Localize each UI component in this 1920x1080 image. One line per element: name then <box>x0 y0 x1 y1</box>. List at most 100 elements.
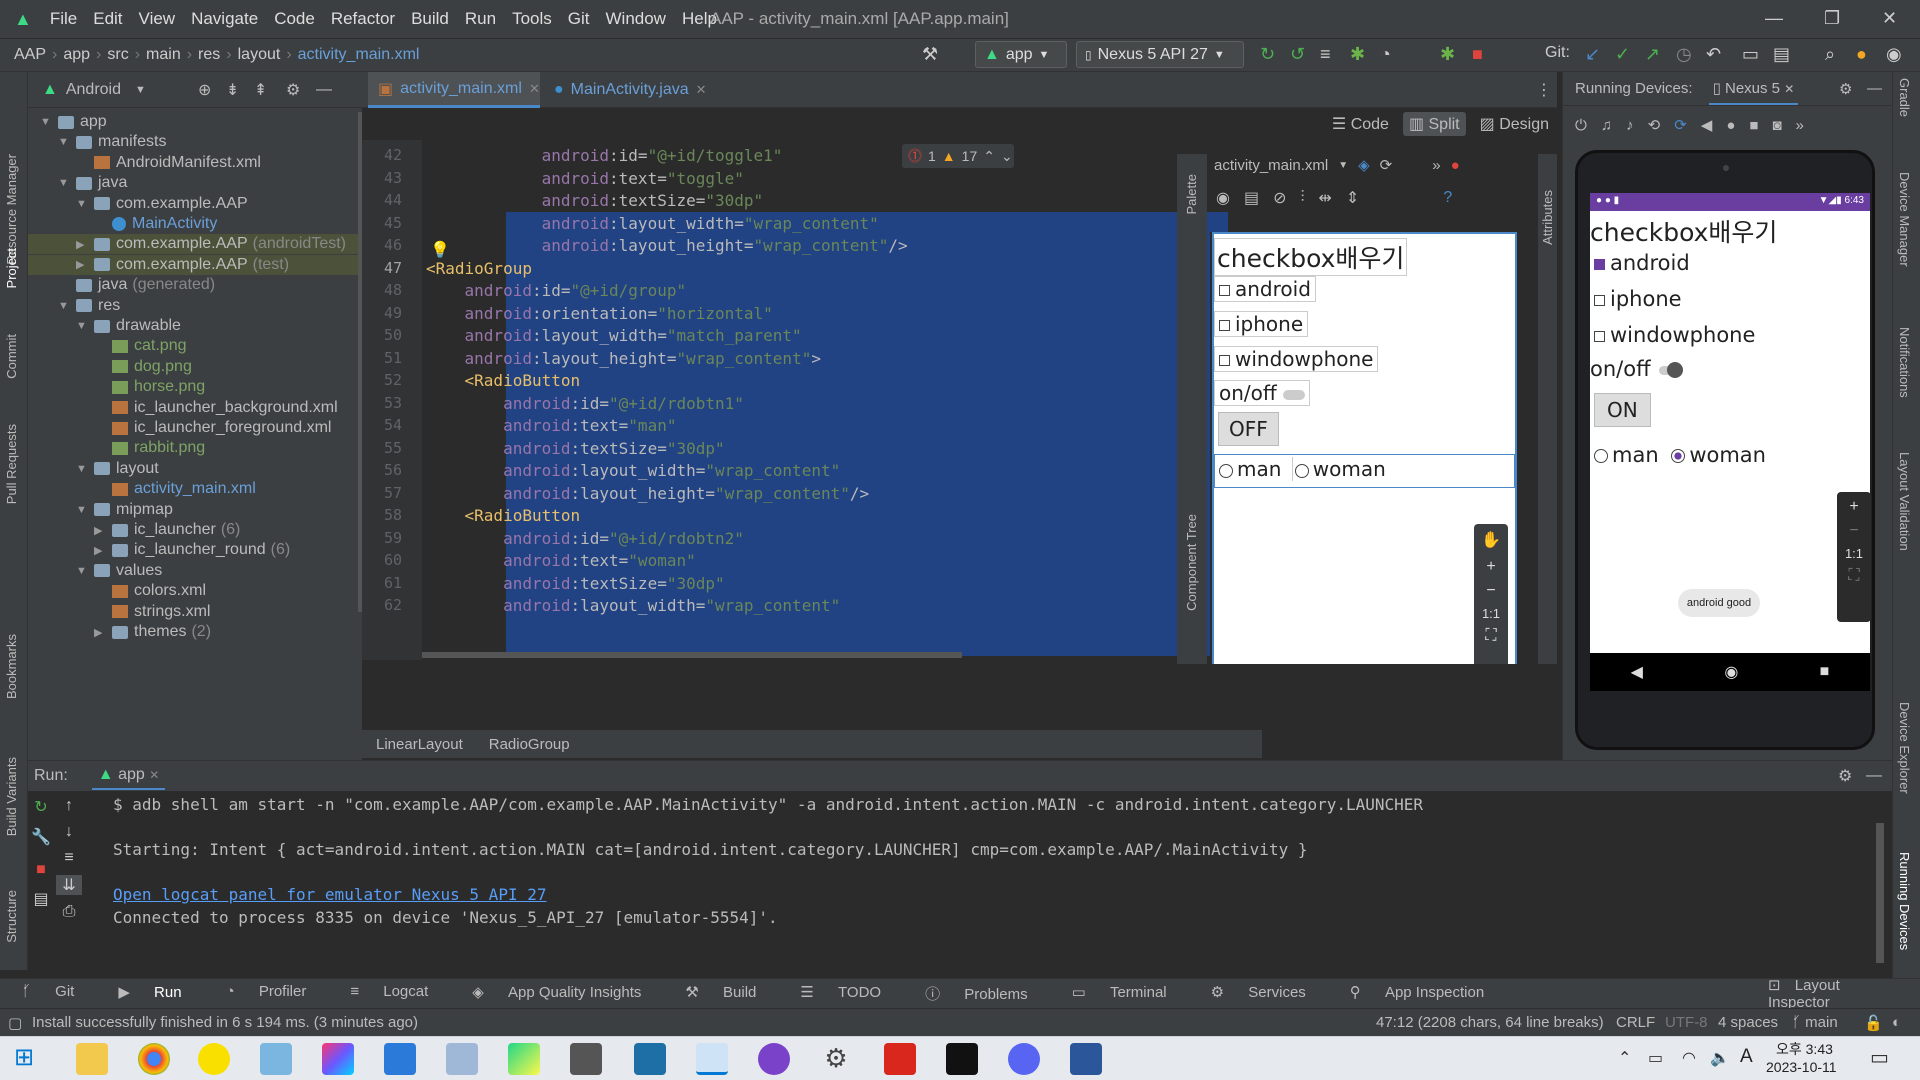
build-variants-tab[interactable]: Build Variants <box>4 757 19 836</box>
app-icon-3[interactable] <box>634 1043 666 1075</box>
notification-center-icon[interactable]: ▭ <box>1870 1045 1889 1070</box>
file-encoding[interactable]: UTF-8 <box>1665 1014 1708 1031</box>
menu-git[interactable]: Git <box>560 9 598 29</box>
menu-tools[interactable]: Tools <box>504 9 560 29</box>
breadcrumb-item[interactable]: AAP <box>14 46 46 64</box>
inspection-widget[interactable]: ⓵ 1 ▲ 17 ⌃ ⌄ <box>902 144 1014 168</box>
start-icon[interactable]: ⊞ <box>14 1043 46 1075</box>
structure-tab[interactable]: Structure <box>4 890 19 943</box>
chevron-down-icon[interactable]: ▼ <box>40 116 51 128</box>
tree-item[interactable]: ▼ java <box>28 173 362 193</box>
overview-icon[interactable]: ■ <box>1820 663 1830 681</box>
status-message[interactable]: Install successfully finished in 6 s 194… <box>32 1014 418 1031</box>
close-tab-icon[interactable]: ✕ <box>149 768 159 782</box>
scroll-to-end-icon[interactable]: ⇊ <box>56 875 82 895</box>
tree-item[interactable]: ▼ layout <box>28 459 362 479</box>
design-canvas[interactable]: checkbox배우기 android iphone windowphone o… <box>1210 232 1538 664</box>
magnet-icon[interactable]: ⊘ <box>1273 188 1286 208</box>
tree-item[interactable]: ▶ com.example.AAP (androidTest) <box>28 234 362 255</box>
tree-item[interactable]: ▼ app <box>28 112 362 132</box>
running-devices-tab[interactable]: Running Devices <box>1897 852 1912 950</box>
palette-tab[interactable]: Palette <box>1184 174 1199 214</box>
rollback-icon[interactable]: ↶ <box>1706 44 1721 65</box>
layout-file-selector[interactable]: activity_main.xml <box>1214 157 1328 174</box>
console-scrollbar[interactable] <box>1876 823 1884 963</box>
device-manager-tab[interactable]: Device Manager <box>1897 172 1912 267</box>
restore-icon[interactable]: ❐ <box>1824 8 1840 29</box>
wrench-icon[interactable]: 🔧 <box>28 827 54 847</box>
git-update-icon[interactable]: ↙ <box>1585 44 1600 65</box>
git-branch[interactable]: ᚶ main <box>1792 1014 1838 1031</box>
hammer-icon[interactable]: ⚒ <box>922 44 938 65</box>
app-icon[interactable] <box>384 1043 416 1075</box>
menu-build[interactable]: Build <box>403 9 457 29</box>
gradle-tab[interactable]: Gradle <box>1897 78 1912 117</box>
tree-item[interactable]: horse.png <box>28 377 362 397</box>
breadcrumb-item[interactable]: res <box>198 46 220 64</box>
layout-icon[interactable]: ▤ <box>28 889 54 909</box>
breadcrumb-item[interactable]: app <box>63 46 90 64</box>
tool-run[interactable]: ▶ Run <box>108 983 191 1004</box>
align-icon[interactable]: ⇕ <box>1346 188 1359 208</box>
zoom-fit-icon[interactable]: ⛶ <box>1474 621 1508 645</box>
layout-inspector-button[interactable]: ⊡ Layout Inspector <box>1768 976 1910 1011</box>
android-studio-icon[interactable] <box>696 1043 728 1075</box>
tree-item[interactable]: ▶ ic_launcher_round (6) <box>28 540 362 560</box>
attributes-tab[interactable]: Attributes <box>1540 190 1555 245</box>
tree-item[interactable]: cat.png <box>28 336 362 356</box>
preview-toggle-button[interactable]: OFF <box>1218 412 1279 446</box>
zoom-in-icon[interactable]: + <box>1837 492 1871 516</box>
down-icon[interactable]: ↓ <box>56 823 82 841</box>
help-icon[interactable]: ? <box>1443 189 1452 207</box>
hide-icon[interactable]: — <box>316 81 332 99</box>
tree-item[interactable]: activity_main.xml <box>28 479 362 499</box>
back-icon[interactable]: ◀ <box>1631 662 1643 682</box>
home-icon[interactable]: ● <box>1726 117 1735 134</box>
component-tree-tab[interactable]: Component Tree <box>1184 514 1199 611</box>
preview-checkbox-android[interactable]: android <box>1214 276 1316 302</box>
discord-icon[interactable] <box>1008 1043 1040 1075</box>
screenshot-icon[interactable]: ◙ <box>1772 117 1781 134</box>
notepad-icon[interactable] <box>260 1043 292 1075</box>
breadcrumb-item[interactable]: layout <box>238 46 281 64</box>
tab-activity-main-xml[interactable]: ▣ activity_main.xml ✕ <box>368 72 540 108</box>
update-icon[interactable]: ● <box>1856 44 1867 65</box>
apply-code-changes-icon[interactable]: ↺ <box>1290 44 1305 65</box>
expand-icon[interactable]: » <box>1796 117 1804 134</box>
device-checkbox-windowphone[interactable]: windowphone <box>1594 323 1755 347</box>
menu-edit[interactable]: Edit <box>85 9 130 29</box>
volume-up-icon[interactable]: ♫ <box>1601 117 1612 134</box>
pack-icon[interactable]: ⇹ <box>1319 188 1332 208</box>
tree-item[interactable]: ic_launcher_foreground.xml <box>28 418 362 438</box>
tree-item[interactable]: dog.png <box>28 357 362 377</box>
eye-icon[interactable]: ◉ <box>1216 188 1230 208</box>
tool-problems[interactable]: ⓘ Problems <box>915 983 1038 1004</box>
clock-date[interactable]: 2023-10-11 <box>1766 1059 1837 1075</box>
chevron-down-icon[interactable]: ▼ <box>135 84 146 96</box>
horizontal-scrollbar[interactable] <box>422 652 962 658</box>
blueprint-icon[interactable]: ▤ <box>1244 188 1259 208</box>
device-selector[interactable]: ▯ Nexus 5 API 27 ▼ <box>1076 41 1244 68</box>
logcat-link[interactable]: Open logcat panel for emulator Nexus 5 A… <box>113 885 546 904</box>
expand-icon[interactable]: » <box>1432 157 1440 174</box>
tool-app-inspection[interactable]: ⚲ App Inspection <box>1340 983 1494 1004</box>
tool-services[interactable]: ⚙ Services <box>1201 983 1316 1004</box>
caret-position[interactable]: 47:12 (2208 chars, 64 line breaks) <box>1376 1014 1604 1031</box>
gear-icon[interactable]: ⚙ <box>1838 766 1852 786</box>
previous-highlight-icon[interactable]: ⌃ <box>983 148 995 165</box>
apply-changes-icon[interactable]: ↻ <box>1260 44 1275 65</box>
tool-todo[interactable]: ☰ TODO <box>790 983 891 1004</box>
device-checkbox-android[interactable]: android <box>1594 251 1690 275</box>
device-radio-group[interactable]: man woman <box>1594 443 1766 467</box>
sdk-manager-icon[interactable]: ▤ <box>1773 44 1790 65</box>
menu-run[interactable]: Run <box>457 9 504 29</box>
project-tab[interactable]: Project <box>4 248 19 288</box>
device-manager-icon[interactable]: ▭ <box>1742 44 1759 65</box>
tree-item[interactable]: ▼ com.example.AAP <box>28 194 362 214</box>
ime-indicator[interactable]: A <box>1740 1046 1753 1068</box>
expand-all-icon[interactable]: ⇟ <box>226 80 239 100</box>
next-highlight-icon[interactable]: ⌄ <box>1001 148 1013 165</box>
device-explorer-tab[interactable]: Device Explorer <box>1897 702 1912 794</box>
close-tab-icon[interactable]: ✕ <box>1784 82 1794 96</box>
menu-view[interactable]: View <box>131 9 184 29</box>
